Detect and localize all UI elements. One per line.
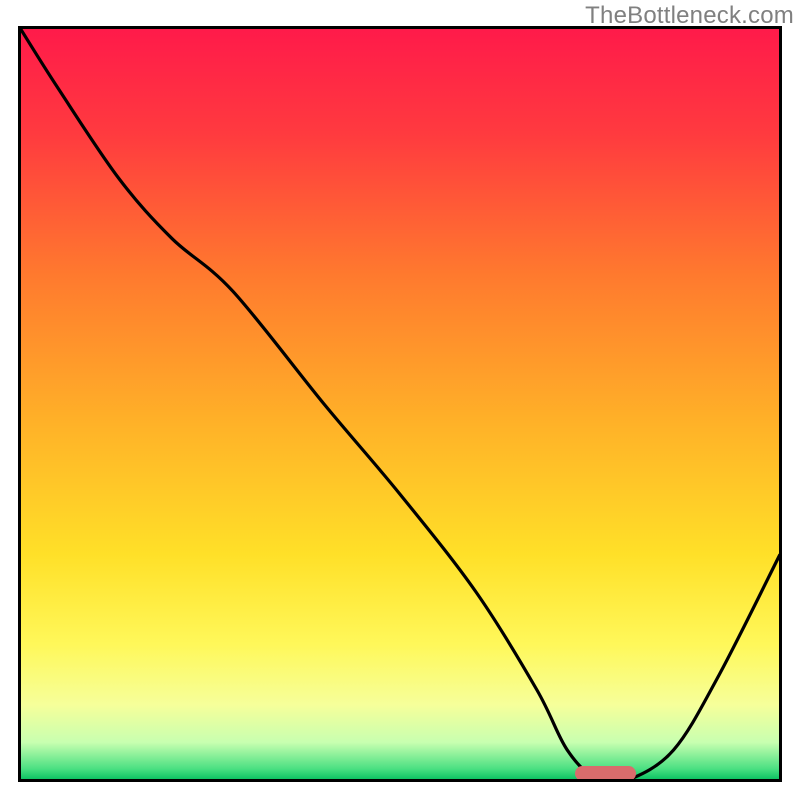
chart-container: TheBottleneck.com (0, 0, 800, 800)
watermark-text: TheBottleneck.com (585, 2, 794, 30)
plot-frame (18, 26, 782, 782)
